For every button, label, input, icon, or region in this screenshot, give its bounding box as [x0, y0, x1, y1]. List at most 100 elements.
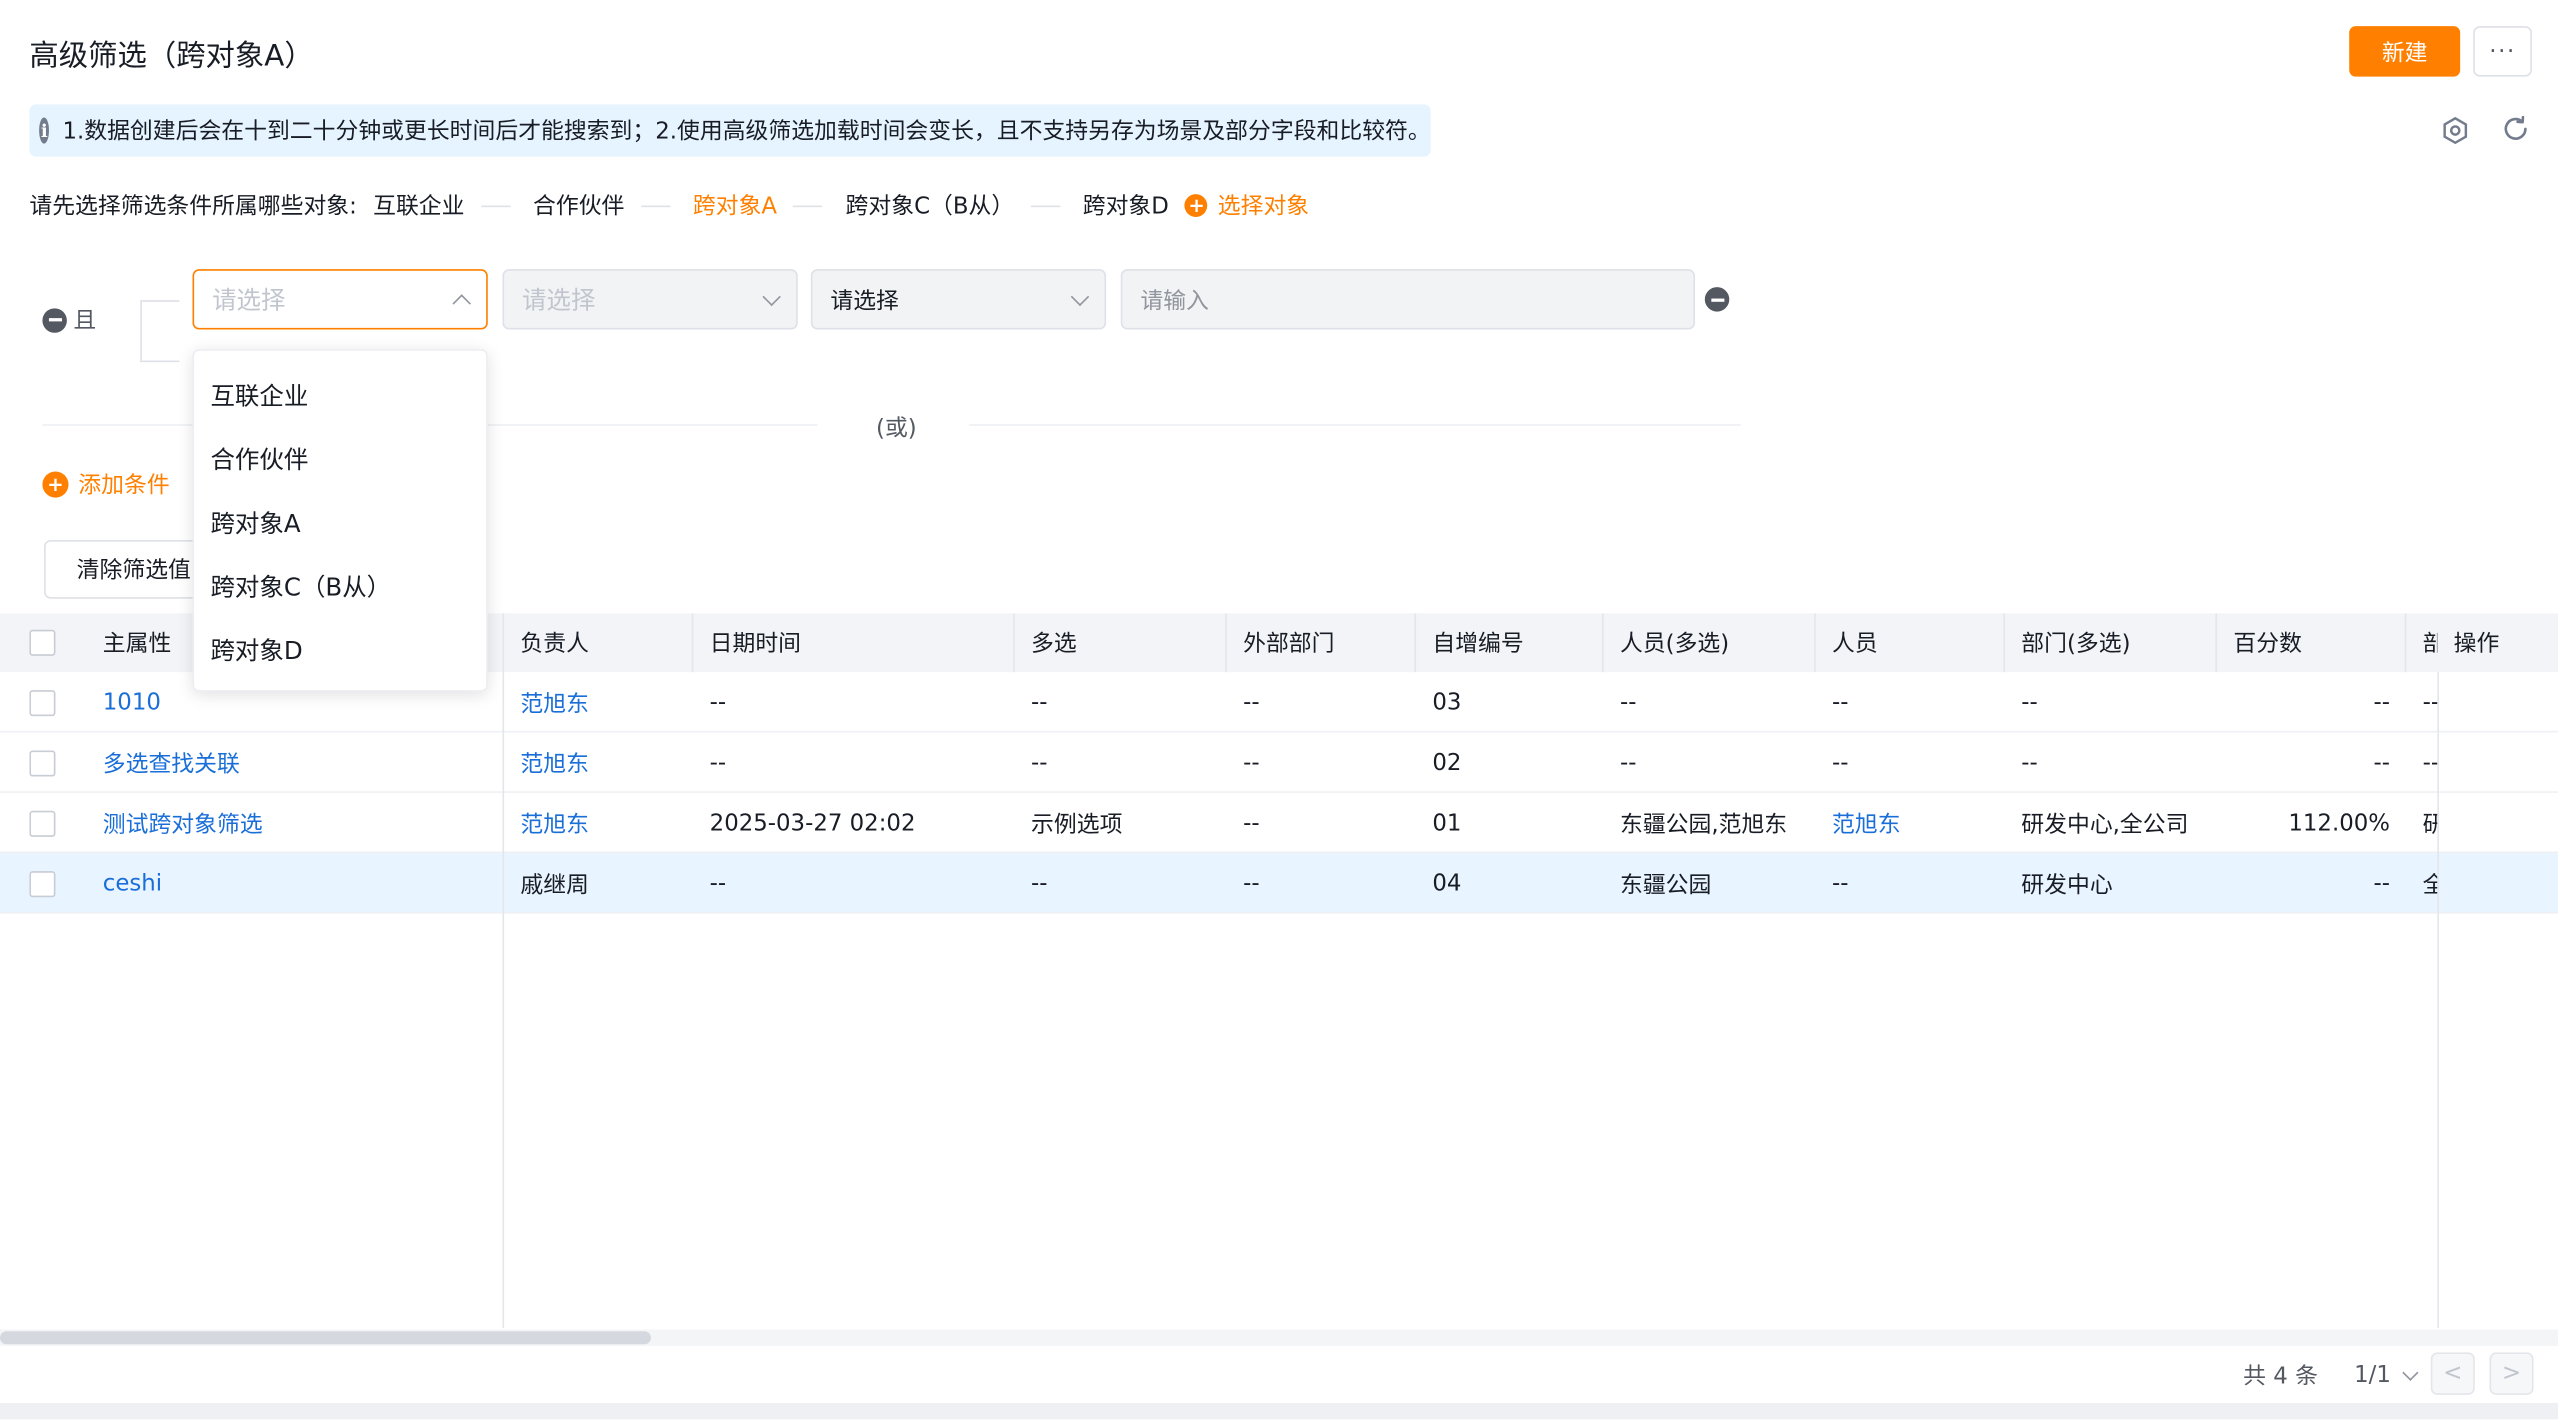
group-bracket: [140, 300, 180, 363]
datetime-cell: --: [709, 749, 727, 776]
info-icon: i: [39, 117, 50, 144]
next-page-button[interactable]: >: [2489, 1352, 2534, 1395]
row-checkbox[interactable]: [29, 793, 56, 853]
person-link[interactable]: 范旭东: [1832, 793, 1901, 853]
object-item[interactable]: 跨对象C（B从）: [846, 189, 1015, 222]
column-header[interactable]: 多选: [1031, 613, 1077, 672]
object-item[interactable]: 互联企业: [373, 189, 464, 222]
main-attribute-link[interactable]: ceshi: [103, 853, 162, 913]
owner-cell: 戚继周: [520, 871, 589, 899]
datetime-cell: --: [709, 870, 727, 897]
table-row[interactable]: 测试跨对象筛选 范旭东 2025-03-27 02:02 示例选项 -- 01 …: [0, 793, 2558, 854]
add-condition-button[interactable]: + 添加条件: [42, 468, 170, 501]
owner-link[interactable]: 范旭东: [520, 793, 589, 853]
owner-link[interactable]: 范旭东: [520, 732, 589, 792]
dropdown-option[interactable]: 合作伙伴: [194, 427, 486, 491]
condition-group-and: 且: [42, 303, 96, 336]
data-table: 主属性 负责人 日期时间 多选 外部部门 自增编号 人员(多选) 人员 部门(多…: [0, 613, 2558, 1328]
chevron-right-icon: >: [2501, 1360, 2522, 1387]
multi-cell: --: [1031, 870, 1048, 897]
dept-cell: --: [2422, 689, 2438, 716]
dropdown-option[interactable]: 互联企业: [194, 364, 486, 428]
column-header[interactable]: 部: [2423, 613, 2438, 672]
or-label: (或): [876, 416, 917, 443]
percent-cell: 112.00%: [2288, 809, 2391, 837]
column-divider: [1225, 613, 1227, 673]
operator-select[interactable]: 请选择: [810, 269, 1107, 330]
dept-cell: 全: [2423, 853, 2438, 913]
notice-banner: i 1.数据创建后会在十到二十分钟或更长时间后才能搜索到；2.使用高级筛选加载时…: [29, 104, 1431, 157]
dropdown-option[interactable]: 跨对象A: [194, 491, 486, 555]
scrollbar-thumb[interactable]: [0, 1331, 651, 1345]
dropdown-option[interactable]: 跨对象C（B从）: [194, 555, 486, 619]
percent-cell: --: [2373, 689, 2391, 716]
column-header[interactable]: 百分数: [2233, 613, 2302, 672]
table-row[interactable]: ceshi 戚继周 -- -- -- 04 东疆公园 -- 研发中心 -- 全: [0, 853, 2558, 914]
percent-cell: --: [2373, 749, 2391, 776]
main-attribute-link[interactable]: 1010: [103, 672, 161, 732]
row-checkbox[interactable]: [29, 732, 56, 792]
column-header[interactable]: 人员: [1832, 613, 1878, 672]
autonum-cell: 04: [1432, 870, 1462, 897]
dept-cell: --: [2422, 749, 2438, 776]
column-header[interactable]: 外部部门: [1243, 613, 1334, 672]
main-attribute-link[interactable]: 测试跨对象筛选: [103, 793, 263, 853]
page-select[interactable]: 1/1: [2354, 1357, 2418, 1393]
add-condition-label: 添加条件: [78, 473, 170, 500]
main-attribute-link[interactable]: 多选查找关联: [103, 732, 240, 792]
datetime-cell: 2025-03-27 02:02: [709, 809, 916, 837]
clear-filter-button[interactable]: 清除筛选值: [44, 539, 208, 599]
column-header[interactable]: 负责人: [520, 613, 589, 672]
column-divider: [1013, 613, 1015, 673]
object-dropdown: 互联企业 合作伙伴 跨对象A 跨对象C（B从） 跨对象D: [192, 349, 488, 692]
chevron-left-icon: <: [2443, 1360, 2463, 1387]
object-field-select[interactable]: 请选择: [192, 269, 488, 330]
value-input-placeholder: 请输入: [1140, 287, 1209, 315]
chevron-down-icon: [1070, 286, 1090, 306]
multi-cell: --: [1031, 749, 1048, 776]
persons-cell: 东疆公园,范旭东: [1619, 811, 1788, 838]
total-count: 共 4 条: [2243, 1363, 2318, 1390]
column-divider: [2215, 613, 2218, 673]
row-checkbox[interactable]: [29, 853, 56, 913]
column-header[interactable]: 人员(多选): [1620, 613, 1729, 672]
refresh-icon[interactable]: [2499, 113, 2532, 146]
more-button[interactable]: ···: [2473, 26, 2532, 77]
remove-group-icon[interactable]: [42, 307, 67, 332]
owner-link[interactable]: 范旭东: [520, 672, 589, 732]
field-select[interactable]: 请选择: [502, 269, 798, 330]
dropdown-option[interactable]: 跨对象D: [194, 618, 486, 682]
object-field-placeholder: 请选择: [212, 285, 286, 315]
fixed-column-divider: [502, 672, 505, 1328]
row-checkbox[interactable]: [29, 672, 56, 732]
column-header[interactable]: 自增编号: [1432, 613, 1523, 672]
datetime-cell: --: [709, 689, 727, 716]
value-input[interactable]: 请输入: [1120, 269, 1696, 330]
extdept-cell: --: [1243, 749, 1260, 776]
bottom-bar: [0, 1403, 2558, 1420]
and-label: 且: [73, 308, 97, 335]
dept-cell: 研: [2423, 793, 2438, 853]
new-button[interactable]: 新建: [2349, 26, 2461, 77]
autonum-cell: 01: [1432, 809, 1462, 837]
percent-cell: --: [2373, 870, 2391, 897]
prev-page-button[interactable]: <: [2430, 1352, 2475, 1395]
column-divider: [1814, 613, 1816, 673]
remove-condition-icon[interactable]: [1704, 287, 1730, 312]
chain-separator: [793, 204, 823, 207]
extdept-cell: --: [1243, 689, 1260, 716]
table-row[interactable]: 多选查找关联 范旭东 -- -- -- 02 -- -- -- -- --: [0, 732, 2558, 793]
object-item[interactable]: 跨对象D: [1083, 189, 1169, 222]
settings-icon[interactable]: [2439, 114, 2472, 147]
object-item-active[interactable]: 跨对象A: [693, 189, 777, 222]
column-divider: [2003, 613, 2005, 673]
column-header[interactable]: 主属性: [103, 613, 172, 672]
column-divider: [1414, 613, 1417, 673]
object-chain: 请先选择筛选条件所属哪些对象: 互联企业 合作伙伴 跨对象A 跨对象C（B从） …: [29, 189, 1309, 222]
select-all-checkbox[interactable]: [29, 613, 56, 672]
select-object-button[interactable]: + 选择对象: [1185, 189, 1309, 222]
chevron-down-icon: [762, 286, 781, 306]
column-header[interactable]: 部门(多选): [2021, 613, 2130, 672]
column-header[interactable]: 日期时间: [710, 613, 801, 672]
object-item[interactable]: 合作伙伴: [533, 189, 624, 222]
